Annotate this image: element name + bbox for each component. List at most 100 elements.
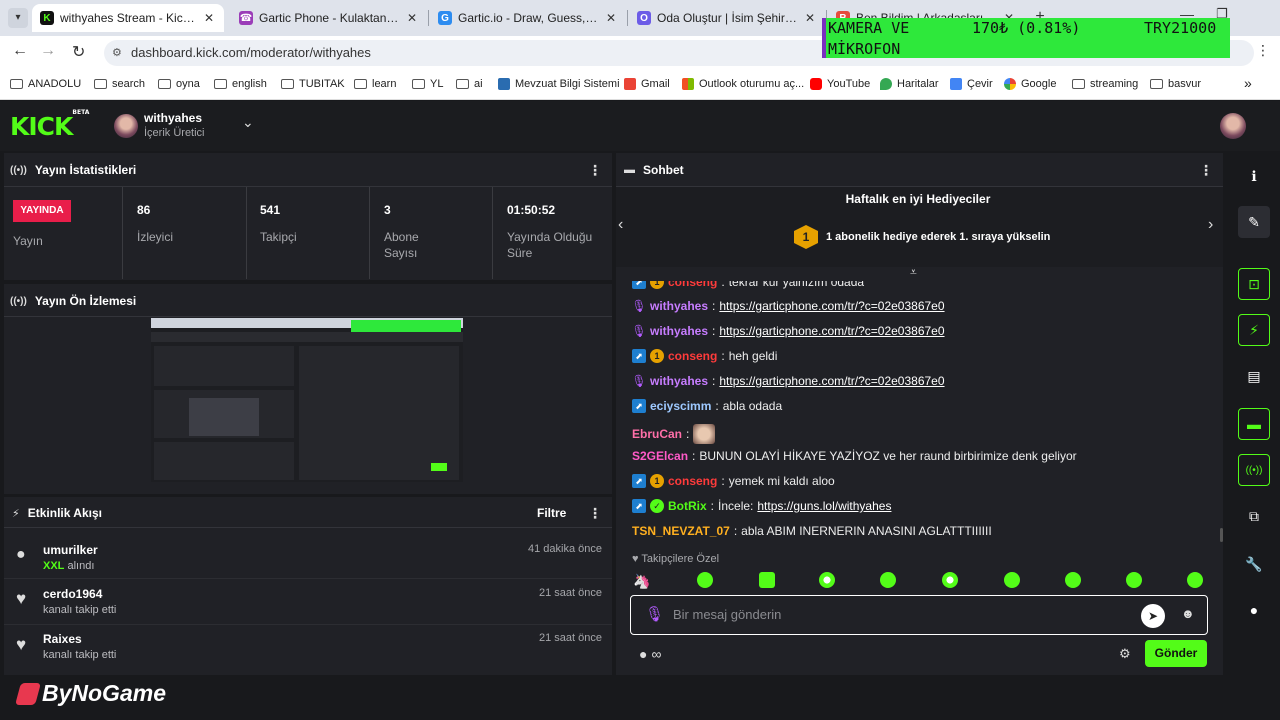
chat-scrollbar[interactable] <box>1220 528 1223 542</box>
lightning-icon[interactable]: ⚡ <box>1238 314 1270 346</box>
bookmark-gmail[interactable]: Gmail <box>624 78 670 90</box>
bookmark-oyna[interactable]: oyna <box>158 78 200 90</box>
chat-username[interactable]: TSN_NEVZAT_07 <box>632 524 730 538</box>
emote-icon[interactable] <box>1126 572 1142 588</box>
kick-logo[interactable]: KICKBETA <box>10 109 89 141</box>
youtube-icon <box>810 78 822 90</box>
activity-filter-button[interactable]: Filtre <box>537 506 566 520</box>
stat-label: Abone Sayısı <box>384 230 419 260</box>
event-username[interactable]: cerdo1964 <box>43 587 102 601</box>
chat-username[interactable]: eciyscimm <box>650 399 711 413</box>
bookmark-search[interactable]: search <box>94 78 145 90</box>
chat-text: abla ABIM INERNERIN ANASINI AGLATTTIIIII… <box>741 524 992 538</box>
edit-pencil-icon[interactable]: ✎ <box>1238 206 1270 238</box>
watermark-text: ByNoGame <box>42 680 166 706</box>
chat-username[interactable]: conseng <box>668 474 717 488</box>
chat-link[interactable]: https://garticphone.com/tr/?c=02e03867e0 <box>719 324 944 338</box>
forward-arrow-icon[interactable]: → <box>40 42 56 60</box>
video-transition-icon[interactable]: ⧉ <box>1238 500 1270 532</box>
collapse-banner-icon[interactable]: ⩡ <box>910 265 917 280</box>
emote-icon[interactable] <box>759 572 775 588</box>
browser-tab-kick[interactable]: K withyahes Stream - Kick Dashbo ✕ <box>32 4 224 32</box>
bookmark-outlook[interactable]: Outlook oturumu aç... <box>682 78 804 90</box>
emote-icon[interactable] <box>1004 572 1020 588</box>
tab-search-button[interactable]: ▾ <box>8 8 28 28</box>
screen-capture-icon[interactable]: ⊡ <box>1238 268 1270 300</box>
emoji-picker-icon[interactable]: ☻ <box>1181 606 1195 621</box>
bookmark-yl[interactable]: YL <box>412 78 443 90</box>
chat-input[interactable]: 🎙 Bir mesaj gönderin ➤ ☻ <box>630 595 1208 635</box>
bookmark-haritalar[interactable]: Haritalar <box>880 78 939 90</box>
browser-tab-gartic-io[interactable]: G Gartic.io - Draw, Guess, WIN ✕ <box>430 4 626 32</box>
chat-username[interactable]: withyahes <box>650 324 708 338</box>
bookmarks-more-button[interactable]: » <box>1244 75 1252 91</box>
chat-username[interactable]: withyahes <box>650 299 708 313</box>
bookmark-google[interactable]: Google <box>1004 78 1056 90</box>
event-username[interactable]: Raixes <box>43 632 82 646</box>
gifters-next-chevron-icon[interactable]: › <box>1208 216 1213 234</box>
info-icon[interactable]: ℹ <box>1238 160 1270 192</box>
send-button[interactable]: Gönder <box>1145 640 1207 667</box>
chat-menu-icon[interactable]: ⋮ <box>1199 162 1213 179</box>
chat-settings-gear-icon[interactable]: ⚙ <box>1119 646 1131 662</box>
event-username[interactable]: umurilker <box>43 543 98 557</box>
bookmark-ai[interactable]: ai <box>456 78 483 90</box>
chat-link[interactable]: https://garticphone.com/tr/?c=02e03867e0 <box>719 374 944 388</box>
close-tab-icon[interactable]: ✕ <box>803 11 817 25</box>
folder-icon <box>1072 79 1085 89</box>
kicks-send-icon[interactable]: ➤ <box>1141 604 1165 628</box>
emote-icon[interactable] <box>880 572 896 588</box>
close-tab-icon[interactable]: ✕ <box>604 11 618 25</box>
site-info-icon[interactable]: ⚙ <box>112 40 122 66</box>
browser-tab-gartic-phone[interactable]: ☎ Gartic Phone - Kulaktan Kulağa ✕ <box>231 4 427 32</box>
bookmark-mevzuat[interactable]: Mevzuat Bilgi Sistemi <box>498 78 620 90</box>
bookmark-label: streaming <box>1090 78 1139 90</box>
wrench-icon[interactable]: 🔧 <box>1238 548 1270 580</box>
bookmark-english[interactable]: english <box>214 78 267 90</box>
back-arrow-icon[interactable]: ← <box>12 42 28 60</box>
bookmark-streaming[interactable]: streaming <box>1072 78 1138 90</box>
chat-username[interactable]: withyahes <box>650 374 708 388</box>
activity-event: ● umurilker XXL alındı 41 dakika önce <box>4 532 612 576</box>
bookmark-cevir[interactable]: Çevir <box>950 78 993 90</box>
chat-bubble-icon[interactable]: ▬ <box>1238 408 1270 440</box>
emote-icon[interactable] <box>697 572 713 588</box>
emote-icon[interactable] <box>1065 572 1081 588</box>
broadcaster-badge-icon: 🎙 <box>631 374 647 388</box>
broadcast-icon[interactable]: ((•)) <box>1238 454 1270 486</box>
chat-username[interactable]: conseng <box>668 349 717 363</box>
microphone-icon[interactable]: 🎙 <box>645 605 664 623</box>
chat-username[interactable]: EbruCan <box>632 427 682 441</box>
chat-username[interactable]: BotRix <box>668 499 707 513</box>
chat-link[interactable]: https://guns.lol/withyahes <box>757 499 891 513</box>
chat-message: ⬈ eciyscimm: abla odada <box>632 399 782 413</box>
browser-tab-oda[interactable]: O Oda Oluştur | İsim Şehir Katmar ✕ <box>629 4 825 32</box>
bookmark-anadolu[interactable]: ANADOLU <box>10 78 81 90</box>
document-icon[interactable]: ▤ <box>1238 360 1270 392</box>
channel-name[interactable]: withyahes <box>144 111 202 125</box>
channel-switch-chevron-down-icon[interactable]: ⌄ <box>242 114 254 131</box>
emote-unicorn-icon[interactable]: 🦄 <box>633 573 650 590</box>
emote-icon[interactable] <box>942 572 958 588</box>
reload-icon[interactable]: ↻ <box>72 42 85 62</box>
browser-menu-icon[interactable]: ⋮ <box>1256 42 1270 59</box>
chat-username[interactable]: S2GElcan <box>632 449 688 463</box>
activity-menu-icon[interactable]: ⋮ <box>588 505 602 522</box>
live-badge: YAYINDA <box>13 200 71 222</box>
channel-avatar[interactable] <box>114 114 138 138</box>
close-tab-icon[interactable]: ✕ <box>405 11 419 25</box>
kicks-icon[interactable]: ● <box>1238 594 1270 626</box>
user-avatar[interactable] <box>1220 113 1246 139</box>
bookmark-youtube[interactable]: YouTube <box>810 78 870 90</box>
close-tab-icon[interactable]: ✕ <box>202 11 216 25</box>
stream-preview-thumbnail[interactable] <box>151 318 463 482</box>
gifters-prev-chevron-icon[interactable]: ‹ <box>618 216 623 234</box>
emote-icon[interactable] <box>819 572 835 588</box>
bookmark-learn[interactable]: learn <box>354 78 396 90</box>
chat-link[interactable]: https://garticphone.com/tr/?c=02e03867e0 <box>719 299 944 313</box>
bookmark-basvur[interactable]: basvur <box>1150 78 1201 90</box>
kicks-balance[interactable]: ● ∞ <box>639 646 661 662</box>
bookmark-tubitak[interactable]: TUBITAK <box>281 78 345 90</box>
emote-icon[interactable] <box>1187 572 1203 588</box>
stats-menu-icon[interactable]: ⋮ <box>588 162 602 179</box>
